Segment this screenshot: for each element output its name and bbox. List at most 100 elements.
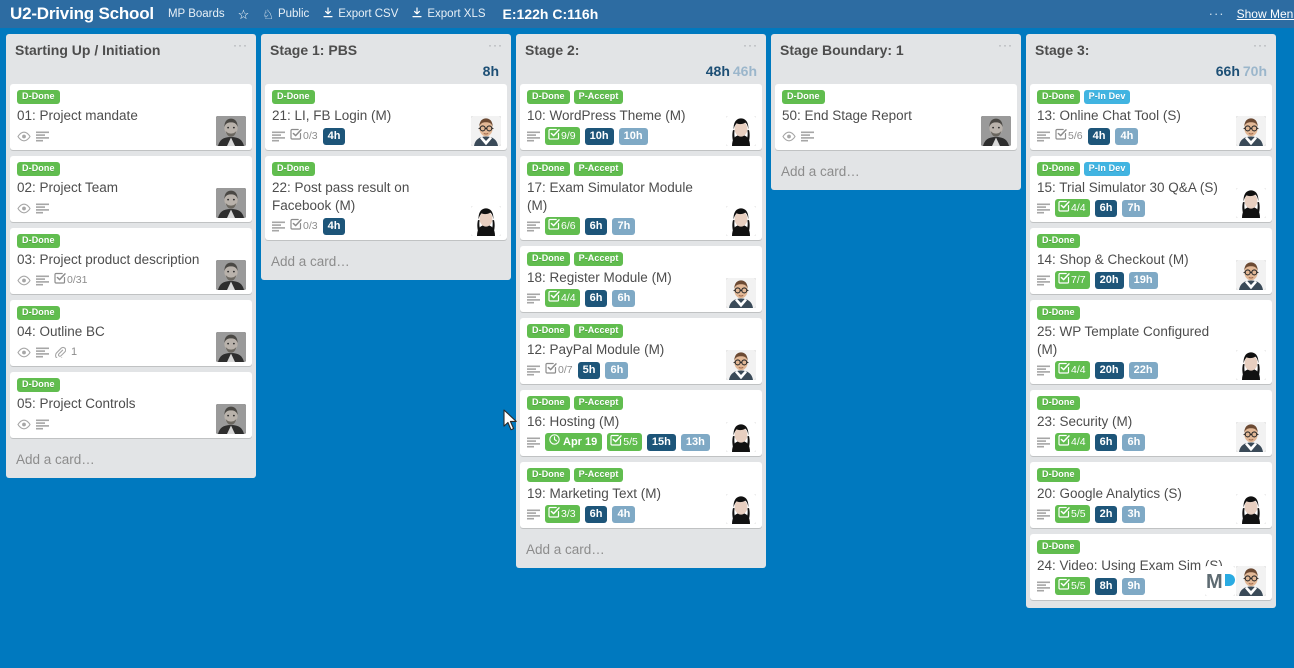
- show-menu-link[interactable]: Show Menu: [1237, 7, 1294, 21]
- card-label[interactable]: D-Done: [17, 306, 60, 320]
- avatar[interactable]: [726, 350, 756, 380]
- estimate-hours-badge[interactable]: 2h: [1094, 505, 1118, 523]
- estimate-hours-badge[interactable]: 4h: [322, 217, 346, 235]
- card-label[interactable]: D-Done: [272, 162, 315, 176]
- organization-link[interactable]: MP Boards: [168, 8, 225, 20]
- card-label[interactable]: D-Done: [1037, 90, 1080, 104]
- board-card[interactable]: D-Done P-In Dev 15: Trial Simulator 30 Q&A…: [1030, 156, 1272, 222]
- actual-hours-badge[interactable]: 10h: [618, 127, 648, 145]
- board-card[interactable]: D-Done 24: Video: Using Exam Sim (S) 5/5 8h…: [1030, 534, 1272, 600]
- list-title[interactable]: Stage 2:: [525, 41, 757, 59]
- avatar[interactable]: [216, 404, 246, 434]
- board-card[interactable]: D-Done P-Accept 19: Marketing Text (M) 3/3 6…: [520, 462, 762, 528]
- export-xls-button[interactable]: Export XLS: [411, 7, 486, 21]
- card-label[interactable]: D-Done: [1037, 306, 1080, 320]
- card-label[interactable]: D-Done: [527, 324, 570, 338]
- avatar[interactable]: [726, 494, 756, 524]
- board-card[interactable]: D-Done P-Accept 10: WordPress Theme (M) 9/9…: [520, 84, 762, 150]
- board-card[interactable]: D-Done P-In Dev 13: Online Chat Tool (S) 5/…: [1030, 84, 1272, 150]
- estimate-hours-badge[interactable]: 6h: [584, 505, 608, 523]
- card-label[interactable]: P-In Dev: [1083, 90, 1131, 104]
- list-title[interactable]: Stage 3:: [1035, 41, 1267, 59]
- estimate-hours-badge[interactable]: 8h: [1094, 577, 1118, 595]
- card-label[interactable]: D-Done: [1037, 540, 1080, 554]
- more-options-icon[interactable]: ···: [1209, 7, 1225, 20]
- add-card-button[interactable]: Add a card…: [261, 246, 511, 278]
- list-menu-icon[interactable]: ···: [488, 39, 503, 51]
- card-label[interactable]: D-Done: [782, 90, 825, 104]
- card-label[interactable]: D-Done: [527, 90, 570, 104]
- board-card[interactable]: D-Done 04: Outline BC 1: [10, 300, 252, 366]
- board-card[interactable]: D-Done 03: Project product description 0/3…: [10, 228, 252, 294]
- estimate-hours-badge[interactable]: 6h: [584, 289, 608, 307]
- estimate-hours-badge[interactable]: 6h: [584, 217, 608, 235]
- avatar[interactable]: [471, 206, 501, 236]
- card-label[interactable]: D-Done: [527, 162, 570, 176]
- add-card-button[interactable]: Add a card…: [771, 156, 1021, 188]
- estimate-hours-badge[interactable]: 6h: [1094, 199, 1118, 217]
- card-label[interactable]: P-In Dev: [1083, 162, 1131, 176]
- actual-hours-badge[interactable]: 6h: [612, 289, 636, 307]
- actual-hours-badge[interactable]: 13h: [680, 433, 710, 451]
- avatar[interactable]: [1236, 566, 1266, 596]
- estimate-hours-badge[interactable]: 20h: [1094, 361, 1124, 379]
- board-card[interactable]: D-Done P-Accept 17: Exam Simulator Module …: [520, 156, 762, 240]
- due-date-badge[interactable]: Apr 19: [545, 433, 603, 451]
- actual-hours-badge[interactable]: 7h: [612, 217, 636, 235]
- list-menu-icon[interactable]: ···: [233, 39, 248, 51]
- list-menu-icon[interactable]: ···: [1253, 39, 1268, 51]
- board-card[interactable]: D-Done P-Accept 16: Hosting (M) Apr 19 5/5 15…: [520, 390, 762, 456]
- list-menu-icon[interactable]: ···: [998, 39, 1013, 51]
- estimate-hours-badge[interactable]: 15h: [646, 433, 676, 451]
- board-title[interactable]: U2-Driving School: [10, 4, 154, 24]
- card-label[interactable]: D-Done: [527, 252, 570, 266]
- estimate-hours-badge[interactable]: 10h: [584, 127, 614, 145]
- avatar[interactable]: [1236, 188, 1266, 218]
- actual-hours-badge[interactable]: 9h: [1122, 577, 1146, 595]
- estimate-hours-badge[interactable]: 6h: [1094, 433, 1118, 451]
- avatar[interactable]: [216, 332, 246, 362]
- avatar[interactable]: [216, 116, 246, 146]
- board-card[interactable]: D-Done 02: Project Team: [10, 156, 252, 222]
- card-label[interactable]: D-Done: [527, 396, 570, 410]
- board-card[interactable]: D-Done 14: Shop & Checkout (M) 7/7 20h 19h: [1030, 228, 1272, 294]
- board-card[interactable]: D-Done P-Accept 18: Register Module (M) 4/4…: [520, 246, 762, 312]
- card-label[interactable]: P-Accept: [573, 396, 624, 410]
- list-title[interactable]: Stage 1: PBS: [270, 41, 502, 59]
- actual-hours-badge[interactable]: 6h: [1122, 433, 1146, 451]
- card-label[interactable]: D-Done: [1037, 396, 1080, 410]
- board-card[interactable]: D-Done 50: End Stage Report: [775, 84, 1017, 150]
- card-label[interactable]: D-Done: [17, 90, 60, 104]
- actual-hours-badge[interactable]: 4h: [1115, 127, 1139, 145]
- estimate-hours-badge[interactable]: 4h: [322, 127, 346, 145]
- visibility-button[interactable]: ♘ Public: [262, 8, 309, 21]
- estimate-hours-badge[interactable]: 4h: [1087, 127, 1111, 145]
- avatar[interactable]: [216, 260, 246, 290]
- card-label[interactable]: D-Done: [1037, 162, 1080, 176]
- avatar[interactable]: [726, 422, 756, 452]
- board-card[interactable]: D-Done 23: Security (M) 4/4 6h 6h: [1030, 390, 1272, 456]
- card-label[interactable]: P-Accept: [573, 468, 624, 482]
- actual-hours-badge[interactable]: 3h: [1122, 505, 1146, 523]
- list-title[interactable]: Starting Up / Initiation: [15, 41, 247, 59]
- card-label[interactable]: D-Done: [527, 468, 570, 482]
- actual-hours-badge[interactable]: 6h: [605, 361, 629, 379]
- card-label[interactable]: P-Accept: [573, 162, 624, 176]
- card-label[interactable]: P-Accept: [573, 252, 624, 266]
- board-card[interactable]: D-Done P-Accept 12: PayPal Module (M) 0/7 5h…: [520, 318, 762, 384]
- add-card-button[interactable]: Add a card…: [516, 534, 766, 566]
- avatar[interactable]: [1236, 260, 1266, 290]
- card-label[interactable]: P-Accept: [573, 90, 624, 104]
- board-card[interactable]: D-Done 25: WP Template Configured (M) 4/4 2…: [1030, 300, 1272, 384]
- card-label[interactable]: D-Done: [1037, 234, 1080, 248]
- board-card[interactable]: D-Done 22: Post pass result on Facebook (…: [265, 156, 507, 240]
- estimate-hours-badge[interactable]: 20h: [1094, 271, 1124, 289]
- export-csv-button[interactable]: Export CSV: [322, 7, 398, 21]
- card-label[interactable]: D-Done: [272, 90, 315, 104]
- avatar[interactable]: [1236, 422, 1266, 452]
- card-label[interactable]: P-Accept: [573, 324, 624, 338]
- board-card[interactable]: D-Done 05: Project Controls: [10, 372, 252, 438]
- estimate-hours-badge[interactable]: 5h: [577, 361, 601, 379]
- actual-hours-badge[interactable]: 19h: [1128, 271, 1158, 289]
- board-card[interactable]: D-Done 20: Google Analytics (S) 5/5 2h 3h: [1030, 462, 1272, 528]
